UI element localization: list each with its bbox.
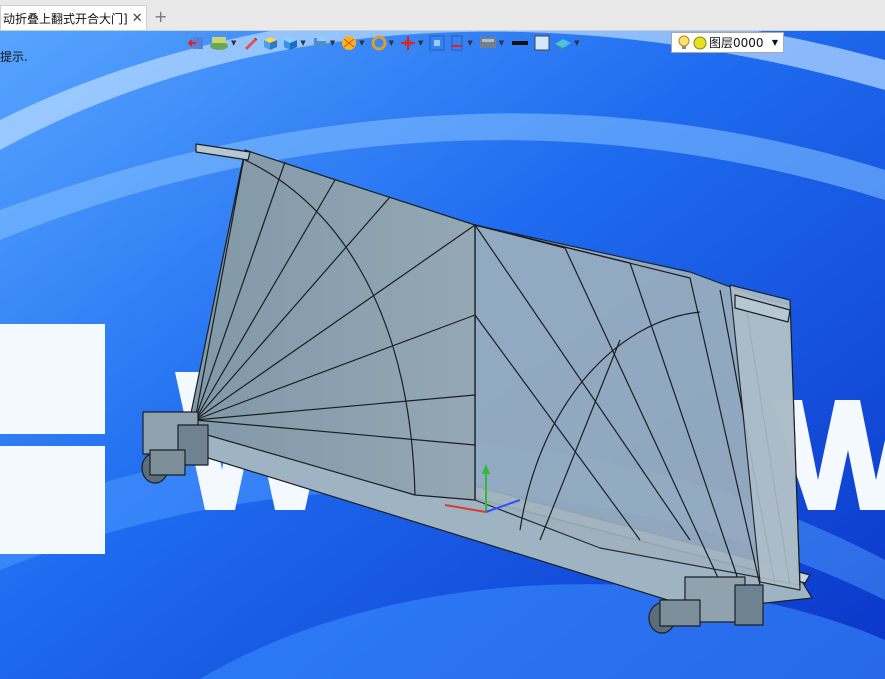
axis-triad-icon[interactable]: ▼	[399, 32, 426, 54]
zoom-ring-icon[interactable]: ▼	[370, 32, 397, 54]
new-tab-button[interactable]: +	[154, 7, 167, 26]
layer-name: 图层0000	[709, 36, 764, 50]
exit-sketch-icon[interactable]	[188, 32, 206, 54]
cube-blue-icon[interactable]: ▼	[281, 32, 308, 54]
view-cube-icon[interactable]: ▼	[311, 32, 338, 54]
tab-bar: 动折叠上翻式开合大门] ✕ +	[0, 0, 885, 31]
layer-dropdown[interactable]: 图层0000 ▼	[671, 32, 784, 53]
material-icon[interactable]: ▼	[553, 32, 582, 54]
render-ball-icon[interactable]: ▼	[340, 32, 367, 54]
cad-viewport[interactable]	[0, 0, 885, 679]
close-tab-icon[interactable]: ✕	[132, 11, 143, 26]
frame-icon[interactable]	[428, 32, 446, 54]
bulb-icon[interactable]	[677, 35, 691, 51]
status-hint: 提示.	[0, 50, 28, 64]
tab-title: 动折叠上翻式开合大门]	[3, 11, 128, 26]
document-tab[interactable]: 动折叠上翻式开合大门] ✕	[0, 5, 147, 30]
box-yellow-icon[interactable]	[261, 32, 279, 54]
layer-color-icon	[693, 36, 707, 49]
pencil-icon[interactable]	[241, 32, 259, 54]
ruler-icon[interactable]: ▼	[448, 32, 475, 54]
windows-logo-tile	[0, 324, 105, 434]
fill-color-icon[interactable]	[533, 32, 551, 54]
chevron-down-icon[interactable]: ▼	[772, 38, 778, 47]
display-mode-icon[interactable]: ▼	[478, 32, 507, 54]
line-color-icon[interactable]	[509, 32, 531, 54]
layer-stack-icon[interactable]: ▼	[208, 32, 239, 54]
viewport-toolbar: ▼ ▼ ▼ ▼ ▼ ▼ ▼ ▼ ▼	[188, 31, 583, 55]
windows-logo-tile	[0, 446, 105, 554]
